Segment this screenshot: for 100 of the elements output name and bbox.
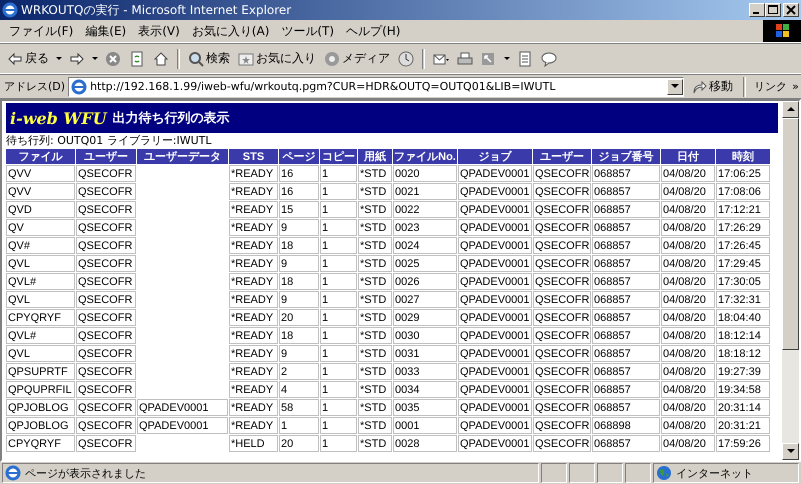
table-cell: *STD — [358, 165, 392, 182]
table-cell: 04/08/20 — [661, 381, 715, 398]
media-icon — [324, 50, 340, 66]
table-cell: QSECOFR — [533, 219, 591, 236]
column-header[interactable]: ジョブ — [458, 149, 532, 164]
table-cell: *STD — [358, 291, 392, 308]
table-cell: 04/08/20 — [661, 183, 715, 200]
table-cell: *READY — [229, 255, 278, 272]
table-cell: 04/08/20 — [661, 435, 715, 452]
table-cell: 18 — [279, 273, 319, 290]
column-header[interactable]: 日付 — [661, 149, 715, 164]
column-header[interactable]: 時刻 — [716, 149, 770, 164]
table-cell: QPADEV0001 — [458, 255, 532, 272]
close-button[interactable] — [783, 3, 799, 17]
scroll-thumb[interactable] — [782, 118, 799, 350]
table-cell: 0034 — [393, 381, 457, 398]
table-cell: 18 — [279, 327, 319, 344]
go-button[interactable]: 移動 — [687, 78, 738, 95]
table-cell: QVV — [6, 183, 75, 200]
table-cell: 18:04:40 — [716, 309, 770, 326]
scrollbar[interactable] — [782, 101, 799, 460]
table-cell: 068857 — [592, 237, 660, 254]
table-cell: 17:08:06 — [716, 183, 770, 200]
back-button[interactable]: 戻る — [4, 48, 52, 69]
table-cell: 1 — [320, 237, 357, 254]
address-field[interactable]: http://192.168.1.99/iweb-wfu/wrkoutq.pgm?CUR=HDR&OUTQ=OUTQ01&LIB=IWUTL — [68, 76, 684, 96]
column-header[interactable]: ユーザー — [76, 149, 136, 164]
table-cell: 0030 — [393, 327, 457, 344]
table-cell: 1 — [320, 201, 357, 218]
table-cell: 068857 — [592, 291, 660, 308]
maximize-button[interactable] — [765, 3, 781, 17]
table-cell: 0027 — [393, 291, 457, 308]
table-cell: 04/08/20 — [661, 273, 715, 290]
minimize-button[interactable] — [749, 3, 765, 17]
column-header[interactable]: ファイルNo. — [393, 149, 457, 164]
caret-icon — [504, 57, 510, 60]
table-cell: QSECOFR — [76, 291, 136, 308]
menu-item[interactable]: お気に入り(A) — [186, 22, 274, 40]
table-cell: 1 — [320, 165, 357, 182]
table-cell: *STD — [358, 327, 392, 344]
table-cell: QSECOFR — [76, 219, 136, 236]
table-cell: 068857 — [592, 201, 660, 218]
table-cell: 0024 — [393, 237, 457, 254]
table-cell: *STD — [358, 363, 392, 380]
column-header[interactable]: STS — [229, 149, 278, 164]
chevron-icon[interactable]: » — [792, 80, 799, 93]
table-cell: 0031 — [393, 345, 457, 362]
column-header[interactable]: ページ — [279, 149, 319, 164]
table-cell: QPADEV0001 — [458, 237, 532, 254]
table-cell: 0026 — [393, 273, 457, 290]
table-cell: 1 — [320, 309, 357, 326]
table-cell: 04/08/20 — [661, 417, 715, 434]
maximize-icon — [768, 5, 778, 15]
edit-icon — [481, 50, 497, 66]
dropdown-button[interactable] — [667, 78, 684, 94]
scroll-down-button[interactable] — [782, 443, 799, 460]
scroll-up-button[interactable] — [782, 101, 799, 118]
column-header[interactable]: ユーザー — [533, 149, 591, 164]
table-cell: 068857 — [592, 327, 660, 344]
column-header[interactable]: ファイル — [6, 149, 75, 164]
table-cell: 20:31:21 — [716, 417, 770, 434]
table-cell: 19:27:39 — [716, 363, 770, 380]
table-cell: *READY — [229, 219, 278, 236]
search-icon — [188, 50, 204, 66]
window-title: WRKOUTQの実行 - Microsoft Internet Explorer — [21, 2, 292, 18]
table-cell: QPADEV0001 — [458, 327, 532, 344]
table-cell: 4 — [279, 381, 319, 398]
home-icon — [153, 50, 169, 66]
search-button[interactable]: 検索 — [185, 48, 233, 69]
menu-item[interactable]: ファイル(F) — [4, 22, 78, 40]
menu-item[interactable]: ツール(T) — [276, 22, 340, 40]
table-cell: QSECOFR — [76, 201, 136, 218]
menu-item[interactable]: 編集(E) — [80, 22, 132, 40]
media-button[interactable]: メディア — [321, 48, 393, 69]
table-cell: QSECOFR — [76, 327, 136, 344]
column-header[interactable]: ジョブ番号 — [592, 149, 660, 164]
menu-item[interactable]: 表示(V) — [133, 22, 185, 40]
table-cell: QPADEV0001 — [137, 417, 228, 434]
column-header[interactable]: ユーザーデータ — [137, 149, 228, 164]
table-cell: QSECOFR — [533, 363, 591, 380]
down-arrow-icon — [786, 449, 794, 454]
column-header[interactable]: 用紙 — [358, 149, 392, 164]
column-header[interactable]: コピー — [320, 149, 357, 164]
table-cell: QSECOFR — [76, 309, 136, 326]
table-cell: QSECOFR — [76, 255, 136, 272]
table-cell: 04/08/20 — [661, 255, 715, 272]
menu-item[interactable]: ヘルプ(H) — [341, 22, 406, 40]
table-cell: QVV — [6, 165, 75, 182]
favorites-button[interactable]: お気に入り — [235, 48, 319, 69]
table-cell: QPADEV0001 — [137, 399, 228, 416]
table-cell: *STD — [358, 255, 392, 272]
table-cell: 1 — [320, 327, 357, 344]
table-cell: QPADEV0001 — [458, 183, 532, 200]
table-cell: 17:29:45 — [716, 255, 770, 272]
table-cell: QPSUPRTF — [6, 363, 75, 380]
table-cell: 1 — [320, 399, 357, 416]
table-cell: QPADEV0001 — [458, 399, 532, 416]
links-button[interactable]: リンク — [752, 79, 790, 94]
table-cell: *STD — [358, 237, 392, 254]
caret-icon — [92, 57, 98, 60]
